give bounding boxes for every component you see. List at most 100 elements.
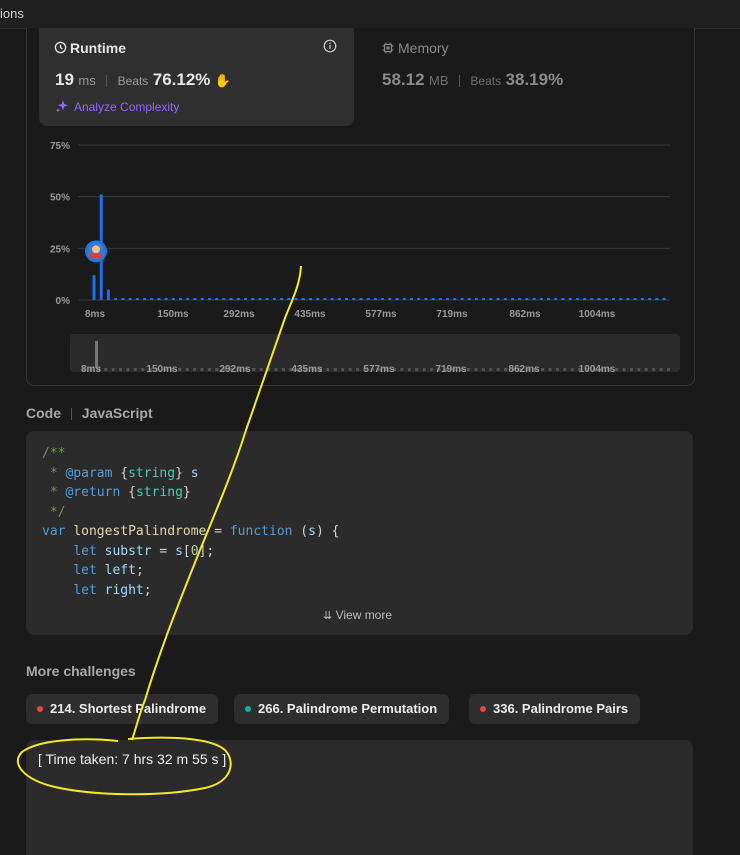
navigator-bar: [430, 368, 434, 371]
navigator-bar: [178, 368, 182, 371]
navigator-bar: [570, 368, 574, 371]
chart-bar: [409, 297, 413, 300]
chart-bar: [402, 297, 406, 300]
chart-bar: [373, 297, 377, 300]
navigator-bar: [215, 368, 219, 371]
chart-bar: [92, 275, 96, 300]
chart-bar: [337, 297, 341, 300]
chart-bar: [431, 297, 435, 300]
challenge-chip-214[interactable]: 214. Shortest Palindrome: [26, 694, 219, 724]
navigator-bar: [489, 368, 493, 371]
code-line: * @return {string}: [42, 485, 191, 500]
chart-bar: [207, 297, 211, 300]
chart-bar: [164, 297, 168, 300]
chart-bar: [655, 297, 659, 300]
difficulty-dot: [480, 706, 486, 712]
tab-solutions[interactable]: ions: [0, 6, 24, 21]
difficulty-dot: [37, 706, 43, 712]
chart-bar: [424, 297, 428, 300]
code-line: var longestPalindrome = function (s) {: [42, 524, 340, 539]
x-tick-label: 862ms: [509, 309, 541, 320]
code-block[interactable]: /** * @param {string} s * @return {strin…: [26, 431, 693, 635]
memory-value: 58.12: [382, 70, 425, 89]
navigator-bar: [252, 368, 256, 371]
chart-bar: [604, 297, 608, 300]
code-line: let left;: [73, 563, 144, 578]
chart-bar: [388, 297, 392, 300]
code-line: let right;: [73, 583, 152, 598]
navigator-bar: [207, 368, 211, 371]
chart-bar: [330, 297, 334, 300]
user-avatar-body: [90, 253, 102, 259]
code-language: JavaScript: [81, 405, 153, 421]
chart-bar: [251, 297, 255, 300]
navigator-bar: [267, 368, 271, 371]
chart-bar: [200, 297, 204, 300]
view-more-label: View more: [335, 608, 393, 622]
navigator-bar: [281, 368, 285, 371]
chart-bar: [489, 297, 493, 300]
runtime-distribution-chart[interactable]: 75% 50% 25% 0% 8ms 150ms 292ms 435ms 577ms 719ms 8…: [0, 130, 700, 380]
chart-bar: [244, 297, 248, 300]
runtime-card[interactable]: Runtime 19 ms Beats 76.12% ✋ Analyze Com…: [39, 28, 354, 126]
chart-bar: [128, 297, 132, 300]
divider: [458, 74, 460, 87]
runtime-beats-value: 76.12%: [152, 70, 211, 89]
analyze-complexity-link[interactable]: Analyze Complexity: [74, 100, 179, 114]
memory-title: Memory: [398, 40, 449, 56]
chart-bar: [417, 297, 421, 300]
y-tick-label: 25%: [50, 244, 70, 255]
navigator-bar: [644, 368, 648, 371]
notes-area[interactable]: [ Time taken: 7 hrs 32 m 55 s ]: [26, 740, 693, 855]
chart-bar: [532, 297, 536, 300]
memory-beats-label: Beats: [470, 74, 502, 88]
user-avatar-face: [92, 245, 100, 254]
chart-bar: [222, 297, 226, 300]
view-more-button[interactable]: ⇊ View more: [323, 608, 392, 622]
chart-bar: [186, 297, 190, 300]
chart-bar: [106, 289, 110, 300]
memory-card[interactable]: Memory 58.12 MB Beats 38.19%: [368, 28, 688, 126]
chart-bar: [525, 297, 529, 300]
runtime-beats-label: Beats: [117, 74, 149, 88]
chart-bar: [438, 297, 442, 300]
navigator-bar: [467, 368, 471, 371]
chart-bar: [381, 297, 385, 300]
chart-bar: [236, 297, 240, 300]
navigator-bar: [333, 368, 337, 371]
info-icon[interactable]: [323, 39, 337, 53]
chart-bar: [272, 297, 276, 300]
runtime-unit: ms: [78, 73, 96, 88]
chart-bar: [648, 297, 652, 300]
chart-bar: [135, 297, 139, 300]
chart-bar: [193, 297, 197, 300]
chart-bar: [547, 297, 551, 300]
x-tick-label: 577ms: [365, 309, 397, 320]
sparkle-icon: [55, 100, 68, 113]
navigator-bar: [504, 368, 508, 371]
navigator-tick-label: 719ms: [435, 364, 467, 375]
navigator-tick-label: 1004ms: [579, 364, 616, 375]
chart-bar: [633, 297, 637, 300]
challenge-chip-336[interactable]: 336. Palindrome Pairs: [469, 694, 641, 724]
chart-bar: [316, 297, 320, 300]
navigator-bar: [415, 368, 419, 371]
clock-icon: [54, 41, 67, 54]
challenge-chip-266[interactable]: 266. Palindrome Permutation: [234, 694, 450, 724]
navigator-bar: [326, 368, 330, 371]
chart-bar: [597, 297, 601, 300]
runtime-title: Runtime: [70, 40, 126, 56]
navigator-bar: [474, 368, 478, 371]
navigator-bar: [200, 368, 204, 371]
chart-bar: [503, 297, 507, 300]
chevron-double-down-icon: ⇊: [323, 610, 333, 622]
top-bar: ions: [0, 0, 740, 29]
chart-bar: [143, 297, 147, 300]
chart-bar: [467, 297, 471, 300]
chart-bar: [345, 297, 349, 300]
chart-bar: [554, 297, 558, 300]
clap-emoji-icon: ✋: [214, 73, 232, 88]
chart-bar: [366, 297, 370, 300]
navigator-bar: [348, 368, 352, 371]
navigator-bar: [541, 368, 545, 371]
